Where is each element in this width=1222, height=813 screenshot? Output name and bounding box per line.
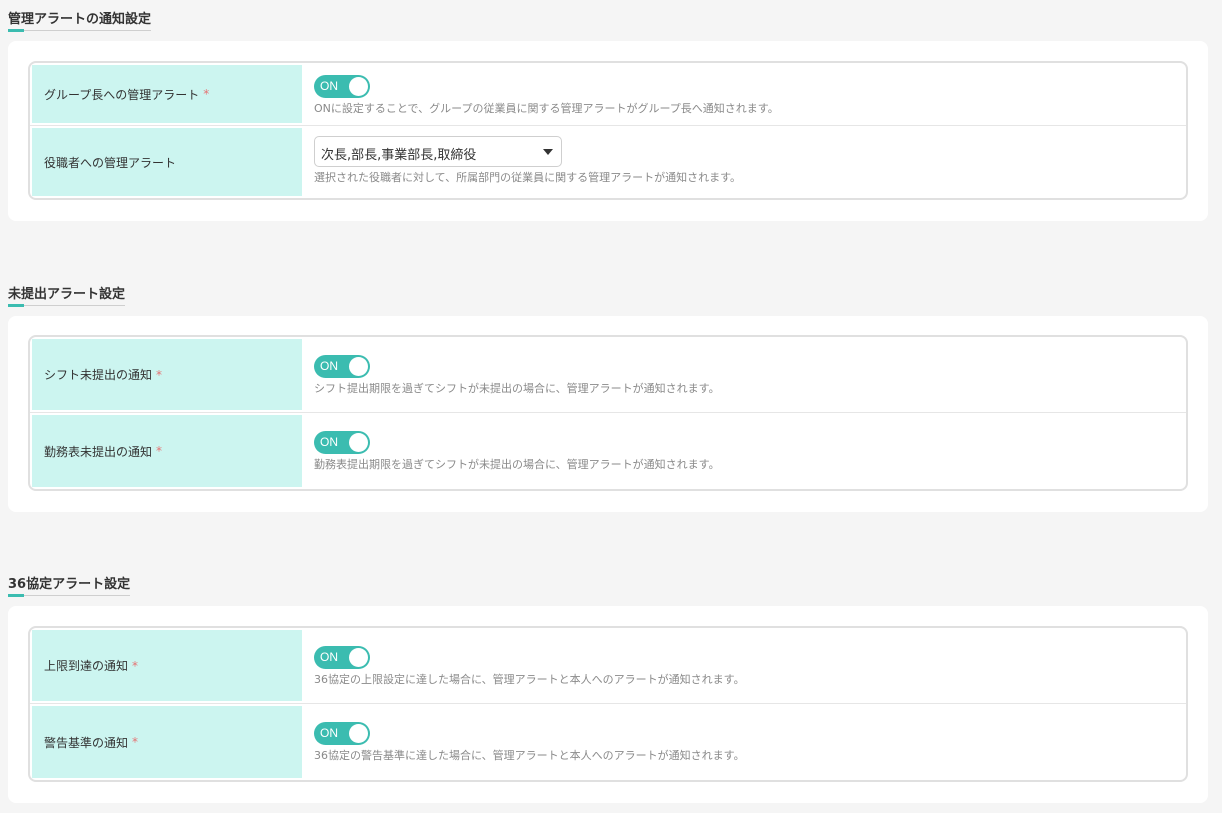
management-alerts-card: グループ長への管理アラート * ON ONに設定することで、グループの従業員に関…	[8, 41, 1208, 221]
title-accent	[8, 304, 24, 307]
agreement-alerts-table: 上限到達の通知 * ON 36協定の上限設定に達した場合に、管理アラートと本人へ…	[28, 626, 1188, 782]
title-accent	[8, 29, 24, 32]
row-label: 上限到達の通知 *	[32, 630, 302, 701]
row-content: ON 勤務表提出期限を過ぎてシフトが未提出の場合に、管理アラートが通知されます。	[302, 413, 1186, 489]
toggle-on-text: ON	[320, 359, 338, 373]
section-title-text: 管理アラートの通知設定	[8, 12, 152, 27]
row-timesheet-unsubmitted: 勤務表未提出の通知 * ON 勤務表提出期限を過ぎてシフトが未提出の場合に、管理…	[30, 413, 1186, 489]
warning-threshold-toggle[interactable]: ON	[314, 722, 370, 745]
section-title-text: 未提出アラート設定	[8, 287, 126, 302]
select-value: 次長,部長,事業部長,取締役	[321, 148, 477, 163]
row-label-text: シフト未提出の通知	[44, 368, 153, 382]
required-mark: *	[156, 367, 163, 382]
group-leader-alert-toggle[interactable]: ON	[314, 75, 370, 98]
row-content: ON ONに設定することで、グループの従業員に関する管理アラートがグループ長へ通…	[302, 63, 1186, 125]
row-label: シフト未提出の通知 *	[32, 339, 302, 410]
row-label-text: 警告基準の通知	[44, 735, 129, 750]
row-label: 警告基準の通知 *	[32, 706, 302, 778]
row-content: ON シフト提出期限を過ぎてシフトが未提出の場合に、管理アラートが通知されます。	[302, 337, 1186, 412]
title-accent	[8, 594, 24, 597]
row-label-text: グループ長への管理アラート	[44, 87, 200, 102]
toggle-knob	[349, 433, 368, 452]
agreement-alerts-card: 上限到達の通知 * ON 36協定の上限設定に達した場合に、管理アラートと本人へ…	[8, 606, 1208, 803]
row-label-text: 役職者への管理アラート	[44, 155, 177, 170]
required-mark: *	[132, 658, 139, 673]
section-title-36-agreement-alerts: 36協定アラート設定	[8, 573, 131, 597]
timesheet-unsubmitted-toggle[interactable]: ON	[314, 431, 370, 454]
row-content: ON 36協定の上限設定に達した場合に、管理アラートと本人へのアラートが通知され…	[302, 628, 1186, 703]
required-mark: *	[203, 87, 210, 101]
unsubmitted-alerts-card: シフト未提出の通知 * ON シフト提出期限を過ぎてシフトが未提出の場合に、管理…	[8, 316, 1208, 512]
toggle-knob	[349, 77, 368, 96]
help-text: 選択された役職者に対して、所属部門の従業員に関する管理アラートが通知されます。	[314, 171, 742, 184]
settings-page: 管理アラートの通知設定 グループ長への管理アラート * ON ONに設定すること…	[0, 0, 1222, 813]
required-mark: *	[156, 444, 163, 458]
help-text: 36協定の上限設定に達した場合に、管理アラートと本人へのアラートが通知されます。	[314, 673, 745, 686]
row-label-text: 上限到達の通知	[44, 659, 129, 673]
row-content: 次長,部長,事業部長,取締役 選択された役職者に対して、所属部門の従業員に関する…	[302, 126, 1186, 198]
toggle-on-text: ON	[320, 650, 338, 664]
row-label: 勤務表未提出の通知 *	[32, 415, 302, 487]
row-executive-alert: 役職者への管理アラート 次長,部長,事業部長,取締役 選択された役職者に対して、…	[30, 126, 1186, 198]
toggle-knob	[349, 648, 368, 667]
shift-unsubmitted-toggle[interactable]: ON	[314, 355, 370, 378]
row-group-leader-alert: グループ長への管理アラート * ON ONに設定することで、グループの従業員に関…	[30, 63, 1186, 126]
section-title-text: 36協定アラート設定	[8, 577, 131, 592]
row-label: 役職者への管理アラート	[32, 128, 302, 196]
help-text: 勤務表提出期限を過ぎてシフトが未提出の場合に、管理アラートが通知されます。	[314, 458, 720, 471]
section-title-unsubmitted-alerts: 未提出アラート設定	[8, 283, 126, 307]
row-warning-threshold: 警告基準の通知 * ON 36協定の警告基準に達した場合に、管理アラートと本人へ…	[30, 704, 1186, 780]
toggle-on-text: ON	[320, 79, 338, 93]
help-text: ONに設定することで、グループの従業員に関する管理アラートがグループ長へ通知され…	[314, 102, 779, 115]
row-shift-unsubmitted: シフト未提出の通知 * ON シフト提出期限を過ぎてシフトが未提出の場合に、管理…	[30, 337, 1186, 413]
caret-down-icon	[543, 149, 553, 155]
toggle-knob	[349, 357, 368, 376]
row-label: グループ長への管理アラート *	[32, 65, 302, 123]
row-label-text: 勤務表未提出の通知	[44, 444, 153, 459]
limit-reached-toggle[interactable]: ON	[314, 646, 370, 669]
section-title-management-alerts: 管理アラートの通知設定	[8, 8, 152, 32]
help-text: シフト提出期限を過ぎてシフトが未提出の場合に、管理アラートが通知されます。	[314, 382, 720, 395]
executive-roles-select[interactable]: 次長,部長,事業部長,取締役	[314, 136, 562, 167]
management-alerts-table: グループ長への管理アラート * ON ONに設定することで、グループの従業員に関…	[28, 61, 1188, 200]
toggle-on-text: ON	[320, 726, 338, 740]
unsubmitted-alerts-table: シフト未提出の通知 * ON シフト提出期限を過ぎてシフトが未提出の場合に、管理…	[28, 335, 1188, 491]
toggle-on-text: ON	[320, 435, 338, 449]
help-text: 36協定の警告基準に達した場合に、管理アラートと本人へのアラートが通知されます。	[314, 749, 745, 762]
required-mark: *	[132, 735, 139, 749]
row-content: ON 36協定の警告基準に達した場合に、管理アラートと本人へのアラートが通知され…	[302, 704, 1186, 780]
row-limit-reached: 上限到達の通知 * ON 36協定の上限設定に達した場合に、管理アラートと本人へ…	[30, 628, 1186, 704]
toggle-knob	[349, 724, 368, 743]
